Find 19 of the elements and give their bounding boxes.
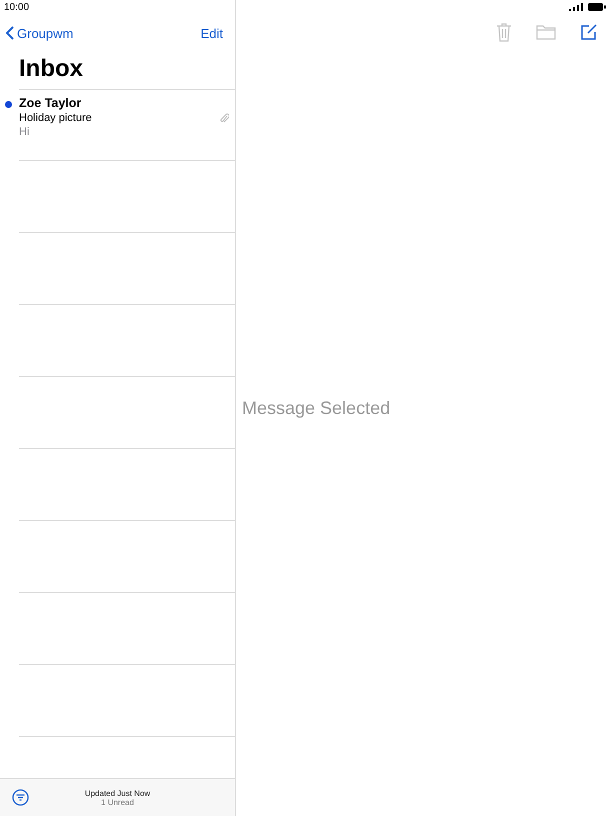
inbox-title: Inbox (19, 55, 84, 84)
empty-message: Message Selected (242, 398, 390, 419)
unread-count: 1 Unread (101, 798, 134, 806)
message-sender: Zoe Taylor (19, 96, 82, 110)
chevron-icon (6, 26, 14, 40)
compose-icon (580, 23, 598, 41)
back-button[interactable]: Groupwm (6, 26, 74, 40)
update-status: Updated Just Now (84, 788, 150, 798)
compose-button[interactable] (580, 22, 598, 42)
signal-icon (569, 3, 583, 11)
message-row[interactable]: Zoe Taylor Holiday picture Hi (19, 90, 235, 161)
battery-icon (588, 3, 606, 11)
trash-icon (496, 22, 512, 42)
message-preview: Hi (19, 126, 30, 138)
status-time: 10:00 (4, 2, 30, 13)
message-subject: Holiday picture (19, 112, 93, 124)
edit-button[interactable]: Edit (200, 26, 223, 40)
folder-icon (536, 24, 556, 40)
filter-icon[interactable] (12, 789, 29, 806)
